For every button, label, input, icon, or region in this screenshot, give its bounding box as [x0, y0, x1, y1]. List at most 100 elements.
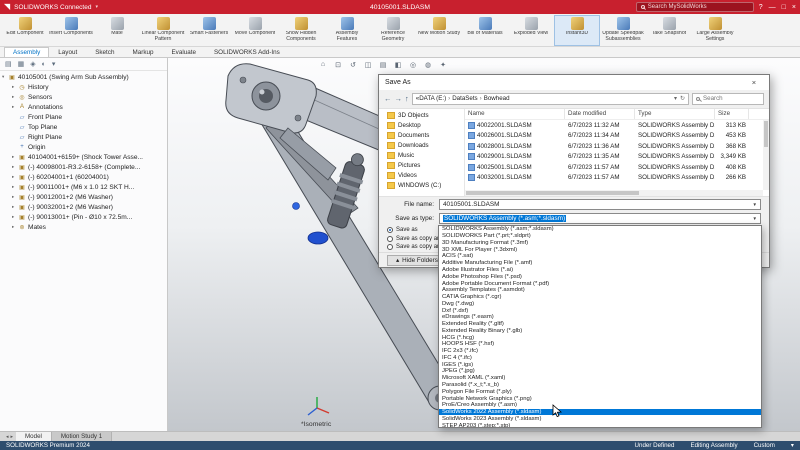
40032001.SLDASM[interactable]: 40032001.SLDASM 6/7/2023 11:57 AM SOLIDW…: [465, 172, 769, 183]
breadcrumb[interactable]: « DATA (E:) › DataSets › Bowhead ▾ ↻: [411, 92, 689, 105]
breadcrumb-segment[interactable]: DataSets ›: [452, 95, 484, 102]
tree-item-right-plane[interactable]: ▱ Right Plane: [0, 132, 167, 142]
dialog-search-input[interactable]: [703, 95, 758, 103]
folder-pictures[interactable]: Pictures: [379, 161, 464, 171]
column-size[interactable]: Size: [715, 108, 749, 119]
tab-model[interactable]: Model: [16, 432, 52, 441]
bill-of-materials-button[interactable]: Bill of Materials: [462, 15, 508, 46]
update-speedpak-button[interactable]: Update Speedpak Subassemblies: [600, 15, 646, 46]
tab-assembly[interactable]: Assembly: [4, 47, 50, 57]
scroll-left-icon[interactable]: ◂: [6, 434, 9, 440]
tab-markup[interactable]: Markup: [123, 47, 162, 57]
tree-item-90011001[interactable]: ▸ ▣ (-) 90011001+ (M6 x 1.0 12 SKT H...: [0, 182, 167, 192]
exploded-view-button[interactable]: Exploded View: [508, 15, 554, 46]
smart-fasteners-button[interactable]: Smart Fasteners: [186, 15, 232, 46]
format-option[interactable]: ProE/Creo Assembly (*.asm): [439, 402, 761, 409]
tree-item-top-plane[interactable]: ▱ Top Plane: [0, 122, 167, 132]
hide-show-icon[interactable]: ◎: [408, 61, 418, 69]
large-assembly-settings-button[interactable]: Large Assembly Settings: [692, 15, 738, 46]
show-hidden-components-button[interactable]: Show Hidden Components: [278, 15, 324, 46]
column-name[interactable]: Name: [465, 108, 565, 119]
mate-button[interactable]: Mate: [94, 15, 140, 46]
tree-item-60204001[interactable]: ▸ ▣ (-) 60204001+1 (60204001): [0, 172, 167, 182]
format-option[interactable]: Parasolid (*.x_t;*.x_b): [439, 382, 761, 389]
insert-components-button[interactable]: Insert Components: [48, 15, 94, 46]
mysolidworks-search-box[interactable]: Search MySolidWorks: [635, 2, 754, 12]
tab-sketch[interactable]: Sketch: [86, 47, 123, 57]
help-button[interactable]: ?: [759, 4, 763, 11]
format-option[interactable]: Dxf (*.dxf): [439, 307, 761, 314]
folder-desktop[interactable]: Desktop: [379, 121, 464, 131]
panel-tab-icon[interactable]: ◈: [30, 60, 35, 68]
vertical-scrollbar[interactable]: [763, 119, 769, 191]
display-style-icon[interactable]: ◧: [393, 61, 403, 69]
tree-item-history[interactable]: ▸ ◷ History: [0, 82, 167, 92]
tree-item-root[interactable]: ▾ ▣ 40105001 (Swing Arm Sub Assembly): [0, 72, 167, 82]
format-option[interactable]: Adobe Illustrator Files (*.ai): [439, 267, 761, 274]
restore-button[interactable]: □: [782, 4, 786, 11]
40029001.SLDASM[interactable]: 40029001.SLDASM 6/7/2023 11:35 AM SOLIDW…: [465, 151, 769, 162]
close-button[interactable]: ×: [792, 4, 796, 11]
format-option[interactable]: eDrawings (*.easm): [439, 314, 761, 321]
dialog-close-button[interactable]: ×: [745, 78, 763, 87]
folder-downloads[interactable]: Downloads: [379, 141, 464, 151]
assembly-features-button[interactable]: Assembly Features: [324, 15, 370, 46]
refresh-icon[interactable]: ↻: [680, 95, 685, 102]
format-option[interactable]: SolidWorks 2023 Assembly (*.sldasm): [439, 415, 761, 422]
chevron-down-icon[interactable]: ▼: [750, 216, 757, 221]
take-snapshot-button[interactable]: Take Snapshot: [646, 15, 692, 46]
panel-tab-icon[interactable]: ▾: [52, 60, 56, 68]
tab-scroll-arrows[interactable]: ◂ ▸: [3, 432, 16, 441]
edit-component-button[interactable]: Edit Component: [2, 15, 48, 46]
tree-item-origin[interactable]: + Origin: [0, 142, 167, 152]
reference-geometry-button[interactable]: Reference Geometry: [370, 15, 416, 46]
format-option[interactable]: CATIA Graphics (*.cgr): [439, 294, 761, 301]
format-option[interactable]: Adobe Photoshop Files (*.psd): [439, 273, 761, 280]
minimize-button[interactable]: —: [769, 4, 776, 11]
format-option[interactable]: IGES (*.igs): [439, 361, 761, 368]
tree-item-40098001[interactable]: ▸ ▣ (-) 40098001-R3.2-6158+ (Complete...: [0, 162, 167, 172]
format-option[interactable]: Extended Reality (*.gltf): [439, 321, 761, 328]
format-option[interactable]: Additive Manufacturing File (*.amf): [439, 260, 761, 267]
tree-item-90013001[interactable]: ▸ ▣ (-) 90013001+ (Pin - Ø10 x 72.5m...: [0, 212, 167, 222]
tab-solidworks-add-ins[interactable]: SOLIDWORKS Add-Ins: [205, 47, 289, 57]
format-option[interactable]: Dwg (*.dwg): [439, 300, 761, 307]
panel-tab-icon[interactable]: ▤: [5, 60, 12, 68]
dialog-title-bar[interactable]: Save As ×: [379, 75, 769, 90]
tree-item-sensors[interactable]: ▸ ◎ Sensors: [0, 92, 167, 102]
tree-item-front-plane[interactable]: ▱ Front Plane: [0, 112, 167, 122]
view-orientation-icon[interactable]: ▤: [378, 61, 388, 69]
format-option[interactable]: 3D Manufacturing Format (*.3mf): [439, 240, 761, 247]
tab-motion-study-1[interactable]: Motion Study 1: [51, 432, 113, 441]
format-option[interactable]: SOLIDWORKS Part (*.prt;*.sldprt): [439, 233, 761, 240]
save-as-type-dropdown[interactable]: SOLIDWORKS Assembly (*.asm;*.sldasm) ▼: [439, 212, 761, 224]
format-option[interactable]: HOOPS HSF (*.hsf): [439, 341, 761, 348]
format-option[interactable]: IFC 4 (*.ifc): [439, 355, 761, 362]
forward-button[interactable]: →: [395, 94, 403, 103]
format-option[interactable]: Polygon File Format (*.ply): [439, 388, 761, 395]
chevron-down-icon[interactable]: ▼: [750, 202, 757, 207]
format-option[interactable]: Extended Reality Binary (*.glb): [439, 327, 761, 334]
up-button[interactable]: ↑: [405, 94, 409, 103]
tree-item-annotations[interactable]: ▸ A Annotations: [0, 102, 167, 112]
tree-item-90032001[interactable]: ▸ ▣ (-) 90032001+2 (M6 Washer): [0, 202, 167, 212]
address-dropdown-icon[interactable]: ▾: [674, 95, 677, 102]
scroll-right-icon[interactable]: ▸: [11, 434, 14, 440]
app-menu-caret-icon[interactable]: ▾: [95, 4, 98, 10]
units-dropdown-icon[interactable]: ▾: [791, 442, 794, 449]
folder-videos[interactable]: Videos: [379, 171, 464, 181]
appearance-icon[interactable]: ◍: [423, 61, 433, 69]
tree-item-mates[interactable]: ▸ ⊚ Mates: [0, 222, 167, 232]
zoom-fit-icon[interactable]: ⌂: [318, 61, 328, 69]
tree-item-90012001[interactable]: ▸ ▣ (-) 90012001+2 (M6 Washer): [0, 192, 167, 202]
instant3d-button[interactable]: Instant3D: [554, 15, 600, 46]
40028001.SLDASM[interactable]: 40028001.SLDASM 6/7/2023 11:36 AM SOLIDW…: [465, 141, 769, 152]
move-component-button[interactable]: Move Component: [232, 15, 278, 46]
40026001.SLDASM[interactable]: 40026001.SLDASM 6/7/2023 11:34 AM SOLIDW…: [465, 130, 769, 141]
format-option[interactable]: HCG (*.hcg): [439, 334, 761, 341]
40025001.SLDASM[interactable]: 40025001.SLDASM 6/7/2023 11:57 AM SOLIDW…: [465, 162, 769, 173]
breadcrumb-segment[interactable]: Bowhead ›: [484, 95, 510, 102]
folder-3d-objects[interactable]: 3D Objects: [379, 111, 464, 121]
format-option[interactable]: ACIS (*.sat): [439, 253, 761, 260]
folder-windows-c[interactable]: WINDOWS (C:): [379, 181, 464, 191]
